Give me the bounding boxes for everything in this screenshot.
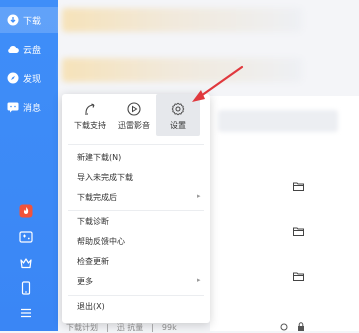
blurred-banner: [62, 8, 302, 32]
menu-item-more[interactable]: 更多: [77, 276, 93, 287]
sidebar-item-label: 下载: [23, 17, 42, 27]
sidebar-item-download[interactable]: 下载: [0, 7, 58, 33]
menu-item-import-unfinished[interactable]: 导入未完成下载: [77, 172, 133, 183]
folder-icon[interactable]: [293, 272, 304, 281]
sidebar-item-cloud[interactable]: 云盘: [0, 36, 58, 62]
menu-item-check-update[interactable]: 检查更新: [77, 256, 109, 267]
main-menu-popup: 下载支持 迅雷影音 设置 新建下载(N) 导入未完成下载 下载完成后 ▸ 下载诊…: [62, 94, 210, 323]
status-bar-text: 下载计划 | 迅 抗量 | 99k: [66, 323, 177, 332]
download-support-icon: [85, 103, 95, 115]
lock-icon[interactable]: [297, 322, 305, 331]
menu-item-help-feedback[interactable]: 帮助反馈中心: [77, 236, 125, 247]
sidebar-item-label: 发现: [23, 75, 42, 85]
sidebar-item-discover[interactable]: 发现: [0, 65, 58, 91]
blurred-text: [218, 110, 338, 132]
download-list-panel: [210, 96, 359, 331]
menu-divider: [68, 144, 204, 145]
annotation-arrow: [192, 65, 244, 102]
submenu-arrow-icon: ▸: [197, 276, 201, 284]
hot-icon[interactable]: [19, 204, 33, 218]
message-icon: [7, 102, 19, 113]
menu-icon[interactable]: [19, 306, 33, 320]
menu-item-after-download[interactable]: 下载完成后: [77, 192, 117, 203]
crown-icon[interactable]: [19, 256, 33, 270]
phone-icon[interactable]: [19, 281, 33, 295]
folder-icon[interactable]: [293, 182, 304, 191]
download-support-label: 下载支持: [74, 121, 106, 130]
menu-item-new-download[interactable]: 新建下载(N): [77, 152, 121, 163]
xunlei-video-label: 迅雷影音: [118, 121, 150, 130]
menu-item-exit[interactable]: 退出(X): [77, 301, 105, 312]
sidebar-item-label: 消息: [23, 104, 42, 114]
download-support-button[interactable]: 下载支持: [68, 94, 112, 136]
settings-label: 设置: [170, 121, 186, 130]
play-circle-icon: [127, 102, 141, 116]
folder-icon[interactable]: [293, 227, 304, 236]
menu-divider: [68, 210, 204, 211]
menu-divider: [68, 295, 204, 296]
sidebar-item-messages[interactable]: 消息: [0, 94, 58, 120]
game-icon[interactable]: [19, 230, 33, 244]
download-icon: [7, 14, 19, 26]
gear-icon[interactable]: [280, 323, 288, 331]
submenu-arrow-icon: ▸: [197, 192, 201, 200]
left-sidebar: 下载 云盘 发现 消息: [0, 0, 58, 331]
compass-icon: [7, 72, 19, 84]
sidebar-item-label: 云盘: [23, 46, 42, 56]
menu-item-diagnose[interactable]: 下载诊断: [77, 216, 109, 227]
xunlei-video-button[interactable]: 迅雷影音: [112, 94, 156, 136]
cloud-icon: [8, 45, 19, 53]
